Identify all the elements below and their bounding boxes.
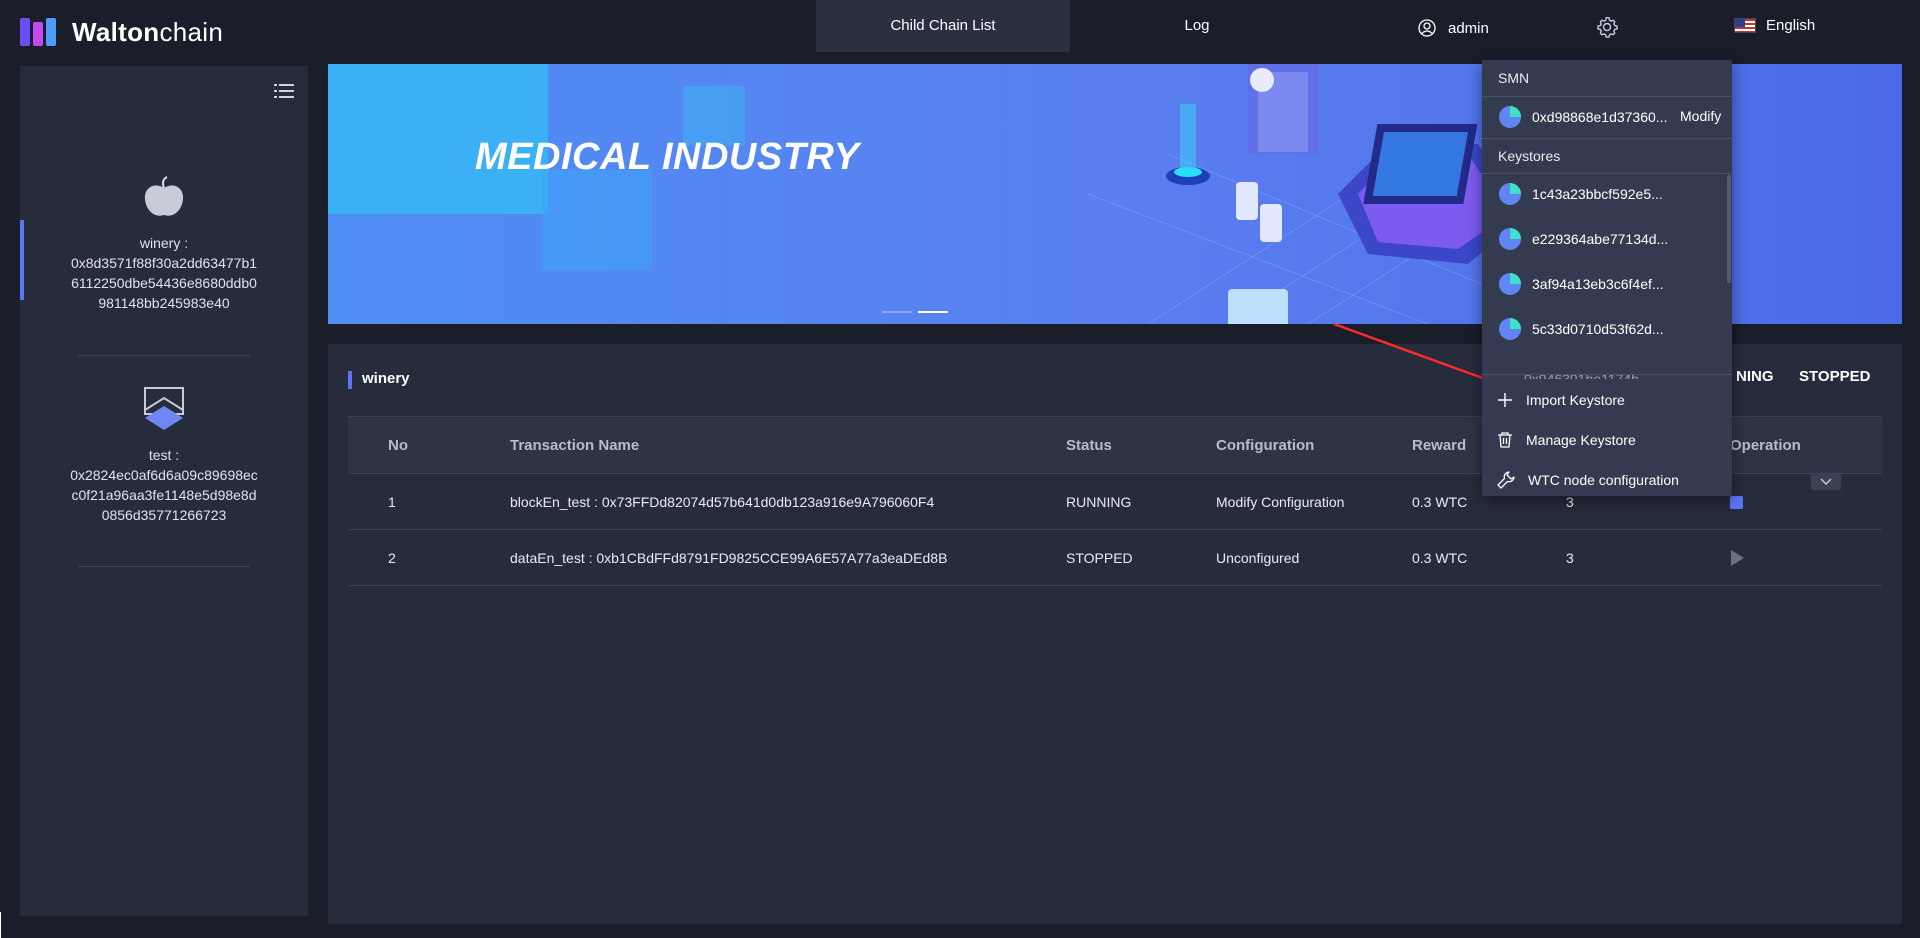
tab-log[interactable]: Log [1070,0,1324,52]
row-status: RUNNING [1066,494,1132,510]
language-label: English [1766,17,1816,34]
user-menu[interactable]: admin [1418,16,1489,40]
sidebar-chain-test[interactable]: test : 0x2824ec0af6d6a09c89698ecc0f21a96… [20,386,308,525]
keystore-avatar-icon [1499,228,1521,250]
chain-label: winery : [139,235,189,251]
trash-icon [1498,432,1512,448]
table-row: 2 dataEn_test : 0xb1CBdFFd8791FD9825CCE9… [348,530,1882,586]
keystore-avatar-icon [1499,183,1521,205]
col-transaction-name: Transaction Name [510,437,640,454]
expand-button[interactable] [1811,474,1841,490]
keystore-item[interactable]: e229364abe77134d... [1498,226,1668,252]
col-reward: Reward [1412,437,1467,454]
stop-icon[interactable] [1730,496,1743,509]
gear-icon[interactable] [1595,15,1619,39]
user-icon [1418,19,1436,37]
row-count: 3 [1566,550,1574,566]
play-icon[interactable] [1731,550,1744,566]
brand-name: Waltonchain [72,16,224,47]
keystore-item[interactable]: 5c33d0710d53f62d... [1498,316,1664,342]
sidebar-divider [78,355,250,356]
smn-section-label: SMN [1498,70,1530,86]
keystore-item[interactable]: 1c43a23bbcf592e5... [1498,181,1663,207]
keystore-item-partial[interactable]: 0x946391be1174b... [1524,371,1651,379]
col-status: Status [1066,437,1112,454]
import-keystore-button[interactable]: Import Keystore [1496,388,1625,412]
row-count: 3 [1566,494,1574,510]
keystore-avatar-icon [1499,273,1521,295]
smn-modify-button[interactable]: Modify [1680,108,1721,124]
row-name: blockEn_test : 0x73FFDd82074d57b641d0db1… [510,494,935,510]
walton-logo[interactable]: Waltonchain [20,16,223,48]
manage-keystore-label: Manage Keystore [1526,432,1636,448]
col-operation: Operation [1730,437,1801,454]
list-icon[interactable] [274,82,294,100]
banner-title: MEDICAL INDUSTRY [475,136,860,178]
tab-child-chain-list[interactable]: Child Chain List [816,0,1070,52]
sidebar-chain-winery[interactable]: winery : 0x8d3571f88f30a2dd63477b1611225… [20,174,308,313]
smn-address: 0xd98868e1d37360... [1532,109,1668,125]
chain-address: 0x8d3571f88f30a2dd63477b16112250dbe54436… [70,255,258,311]
us-flag-icon [1734,18,1756,33]
walton-logo-icon [20,16,64,48]
manage-keystore-button[interactable]: Manage Keystore [1496,428,1636,452]
plus-icon [1498,393,1512,407]
row-configuration-link[interactable]: Modify Configuration [1216,494,1344,510]
settings-dropdown: SMN 0xd98868e1d37360... Modify Keystores… [1482,60,1732,496]
keystore-address: 5c33d0710d53f62d... [1532,321,1664,337]
carousel-dot-1[interactable] [882,311,912,313]
keystore-address: 1c43a23bbcf592e5... [1532,186,1663,202]
sidebar: winery : 0x8d3571f88f30a2dd63477b1611225… [20,66,308,916]
filter-stopped[interactable]: STOPPED [1799,368,1870,385]
keystore-address: e229364abe77134d... [1532,231,1669,247]
dropdown-divider [1482,138,1732,139]
col-configuration: Configuration [1216,437,1315,454]
filter-running[interactable]: NING [1736,368,1774,385]
shield-diamond-icon [144,387,184,430]
row-name: dataEn_test : 0xb1CBdFFd8791FD9825CCE99A… [510,550,948,566]
keystore-avatar-icon [1499,106,1521,128]
keystore-item[interactable]: 3af94a13eb3c6f4ef... [1498,271,1664,297]
window-edge-mark [0,912,1,938]
chain-label: test : [148,447,180,463]
row-configuration-link[interactable]: Unconfigured [1216,550,1299,566]
sidebar-divider [78,566,250,567]
row-reward: 0.3 WTC [1412,550,1468,566]
dropdown-divider [1482,374,1732,375]
panel-title: winery [362,370,410,387]
carousel-dot-2[interactable] [918,311,948,313]
keystore-avatar-icon [1499,318,1521,340]
chain-address: 0x2824ec0af6d6a09c89698ecc0f21a96aa3fe11… [70,467,258,523]
panel-title-marker [348,371,352,389]
dropdown-divider [1482,173,1732,174]
row-reward: 0.3 WTC [1412,494,1468,510]
keystore-scrollbar[interactable] [1727,175,1731,283]
top-bar: Waltonchain Child Chain List Log admin E… [0,0,1920,64]
user-name: admin [1448,19,1489,37]
wtc-node-config-button[interactable]: WTC node configuration [1496,468,1679,492]
keystores-section-label: Keystores [1498,148,1561,164]
keystore-address: 3af94a13eb3c6f4ef... [1532,276,1664,292]
wrench-icon [1497,471,1515,489]
row-status: STOPPED [1066,550,1133,566]
apple-icon [144,176,184,216]
row-no: 2 [388,550,396,566]
col-no: No [388,437,408,454]
wtc-node-config-label: WTC node configuration [1528,472,1679,488]
smn-account[interactable]: 0xd98868e1d37360... [1498,104,1667,130]
language-selector[interactable]: English [1734,17,1815,34]
dropdown-divider [1482,96,1732,97]
import-keystore-label: Import Keystore [1526,392,1625,408]
row-no: 1 [388,494,396,510]
